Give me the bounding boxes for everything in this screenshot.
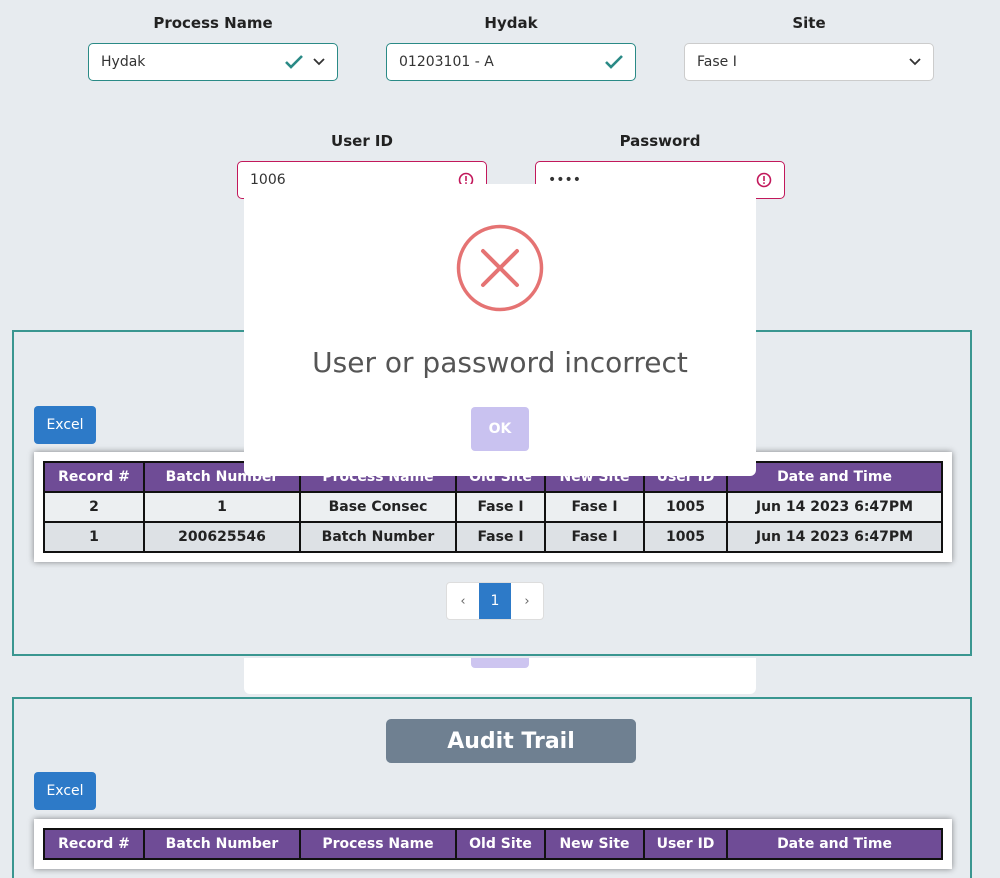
table-cell: 200625546	[143, 521, 301, 553]
column-header[interactable]: Date and Time	[726, 828, 943, 860]
column-header[interactable]: Process Name	[299, 828, 457, 860]
pagination-prev-button[interactable]: ‹	[447, 583, 479, 619]
table-cell: Fase I	[455, 521, 546, 553]
column-header[interactable]: Record #	[43, 461, 145, 493]
audit-excel-export-button[interactable]: Excel	[34, 772, 96, 810]
check-icon	[605, 55, 623, 69]
pagination-next-button[interactable]: ›	[511, 583, 543, 619]
hydak-label: Hydak	[484, 14, 538, 32]
table-cell: Fase I	[455, 491, 546, 523]
chevron-down-icon	[909, 58, 921, 66]
audit-trail-panel: Audit Trail Excel Record # Batch Number …	[12, 697, 972, 878]
table-cell: 1005	[643, 521, 728, 553]
table-cell: 2	[43, 491, 145, 523]
audit-table-container: Record # Batch Number Process Name Old S…	[34, 819, 952, 869]
table-cell: Fase I	[544, 491, 645, 523]
table-row: 1 200625546 Batch Number Fase I Fase I 1…	[43, 521, 943, 553]
error-message: User or password incorrect	[312, 346, 688, 379]
modal-backdrop-remnant	[244, 658, 756, 694]
error-dialog: User or password incorrect OK	[244, 184, 756, 476]
column-header[interactable]: Old Site	[455, 828, 546, 860]
site-label: Site	[792, 14, 826, 32]
ok-button[interactable]: OK	[471, 407, 529, 451]
column-header[interactable]: Record #	[43, 828, 145, 860]
ghost-button	[471, 658, 529, 668]
site-select[interactable]: Fase I	[684, 43, 934, 81]
hydak-input[interactable]: 01203101 - A	[386, 43, 636, 81]
table-cell: Jun 14 2023 6:47PM	[726, 521, 943, 553]
process-name-value: Hydak	[101, 54, 146, 70]
table-cell: Base Consec	[299, 491, 457, 523]
column-header[interactable]: User ID	[643, 828, 728, 860]
process-name-label: Process Name	[153, 14, 273, 32]
check-icon	[285, 55, 303, 69]
pagination: ‹ 1 ›	[446, 582, 544, 620]
password-label: Password	[619, 132, 701, 150]
process-name-select[interactable]: Hydak	[88, 43, 338, 81]
error-x-circle-icon	[456, 224, 544, 316]
warning-circle-icon	[756, 172, 772, 188]
table-header-row: Record # Batch Number Process Name Old S…	[43, 828, 943, 860]
table-cell: Jun 14 2023 6:47PM	[726, 491, 943, 523]
column-header[interactable]: Date and Time	[726, 461, 943, 493]
chevron-down-icon	[313, 58, 325, 66]
pagination-page-button[interactable]: 1	[479, 583, 511, 619]
audit-table: Record # Batch Number Process Name Old S…	[43, 828, 943, 860]
table-row: 2 1 Base Consec Fase I Fase I 1005 Jun 1…	[43, 491, 943, 523]
table-cell: 1	[43, 521, 145, 553]
table-cell: 1	[143, 491, 301, 523]
table-cell: 1005	[643, 491, 728, 523]
table-cell: Batch Number	[299, 521, 457, 553]
excel-export-button[interactable]: Excel	[34, 406, 96, 444]
column-header[interactable]: New Site	[544, 828, 645, 860]
audit-trail-title: Audit Trail	[386, 719, 636, 763]
table-cell: Fase I	[544, 521, 645, 553]
hydak-value: 01203101 - A	[399, 54, 494, 70]
site-value: Fase I	[697, 54, 737, 70]
column-header[interactable]: Batch Number	[143, 828, 301, 860]
user-id-label: User ID	[331, 132, 393, 150]
